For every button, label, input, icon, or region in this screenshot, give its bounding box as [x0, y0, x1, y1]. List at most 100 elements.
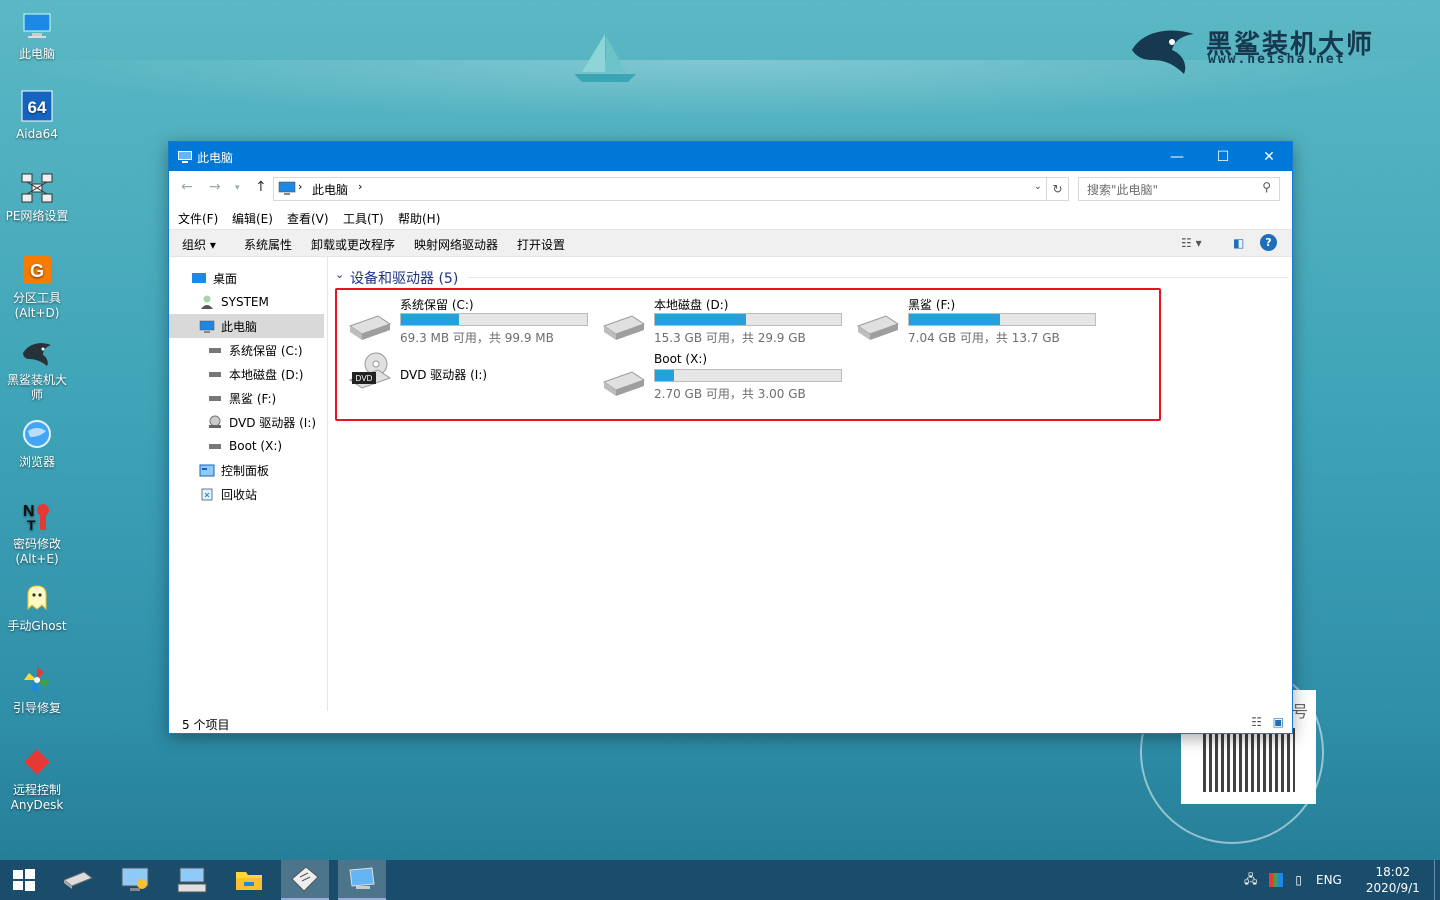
hard-drive-icon [856, 315, 900, 340]
desktop-icon-password[interactable]: NT 密码修改 (Alt+E) [2, 498, 72, 567]
nav-item-dvd-drive[interactable]: DVD 驱动器 (I:) [169, 410, 324, 434]
desktop-icon-anydesk[interactable]: 远程控制 AnyDesk [2, 744, 72, 813]
qr-title: 号 [1291, 702, 1308, 721]
taskbar-this-pc[interactable] [338, 860, 386, 900]
desktop-icon-browser[interactable]: 浏览器 [2, 416, 72, 470]
desktop-icon-ghost[interactable]: 手动Ghost [2, 580, 72, 634]
drive-name: 黑鲨 (F:) [908, 298, 956, 312]
navigation-pane: 桌面 SYSTEM 此电脑 系统保留 (C:) 本地磁盘 (D:) 黑鲨 (F:… [169, 256, 328, 711]
desktop-icon-aida64[interactable]: 64 Aida64 [2, 88, 72, 142]
desktop-icon-label: 浏览器 [18, 455, 55, 469]
drive-tile-dvd[interactable]: DVD DVD 驱动器 (I:) [348, 352, 598, 404]
drive-tile-x[interactable]: Boot (X:) 2.70 GB 可用，共 3.00 GB [602, 352, 852, 404]
desktop-icon-pe-network[interactable]: PE网络设置 [2, 170, 72, 224]
system-properties-button[interactable]: 系统属性 [244, 236, 292, 253]
breadcrumb-chevron-icon[interactable]: › [358, 180, 362, 193]
close-button[interactable]: ✕ [1246, 142, 1292, 171]
nav-item-desktop[interactable]: 桌面 [169, 266, 324, 290]
organize-button[interactable]: 组织 ▾ [182, 236, 216, 253]
search-icon[interactable]: ⚲ [1262, 180, 1271, 194]
help-icon[interactable]: ? [1260, 234, 1277, 251]
open-settings-button[interactable]: 打开设置 [517, 236, 565, 253]
nav-item-recycle-bin[interactable]: 回收站 [169, 482, 324, 506]
item-count: 5 个项目 [182, 718, 230, 732]
nav-item-label: 回收站 [221, 487, 258, 502]
drive-tile-f[interactable]: 黑鲨 (F:) 7.04 GB 可用，共 13.7 GB [856, 296, 1106, 348]
breadcrumb-this-pc[interactable]: 此电脑 [312, 181, 348, 198]
desktop-icon-this-pc[interactable]: 此电脑 [2, 8, 72, 62]
group-divider [468, 277, 1288, 278]
show-desktop-button[interactable] [1434, 860, 1440, 900]
group-collapse-icon[interactable]: ⌄ [335, 268, 344, 281]
drive-name: 本地磁盘 (D:) [654, 298, 729, 312]
desktop-icon-label: Aida64 [16, 127, 58, 141]
taskbar-keyboard[interactable] [168, 860, 216, 900]
desktop-icon-boot-repair[interactable]: 引导修复 [2, 662, 72, 716]
computer-icon [349, 867, 375, 889]
menu-edit[interactable]: 编辑(E) [232, 210, 273, 227]
nav-item-label: DVD 驱动器 (I:) [229, 415, 317, 430]
taskbar-file-explorer[interactable] [225, 860, 273, 900]
menu-tools[interactable]: 工具(T) [343, 210, 384, 227]
nav-item-control-panel[interactable]: 控制面板 [169, 458, 324, 482]
clock-date: 2020/9/1 [1365, 881, 1420, 895]
nav-item-drive-f[interactable]: 黑鲨 (F:) [169, 386, 324, 410]
display-tray-icon[interactable] [1269, 873, 1284, 887]
drive-name: 系统保留 (C:) [400, 298, 474, 312]
view-options-icon[interactable]: ☷ ▾ [1181, 236, 1202, 250]
drive-size: 2.70 GB 可用，共 3.00 GB [654, 387, 806, 401]
desktop-icon-partition-tool[interactable]: G 分区工具 (Alt+D) [2, 252, 72, 321]
drive-name: DVD 驱动器 (I:) [400, 368, 488, 382]
nav-item-drive-d[interactable]: 本地磁盘 (D:) [169, 362, 324, 386]
up-arrow-icon[interactable]: ↑ [255, 179, 267, 195]
nav-item-this-pc[interactable]: 此电脑 [169, 314, 324, 338]
refresh-icon[interactable]: ↻ [1046, 178, 1068, 200]
network-tray-icon[interactable]: 🖧 [1244, 870, 1257, 891]
search-box[interactable]: 搜索"此电脑" ⚲ [1078, 177, 1280, 201]
menu-file[interactable]: 文件(F) [178, 210, 218, 227]
window-title: 此电脑 [197, 151, 234, 165]
nav-item-drive-x[interactable]: Boot (X:) [169, 434, 324, 458]
preview-pane-icon[interactable]: ◧ [1233, 236, 1244, 250]
drive-name: Boot (X:) [654, 352, 708, 366]
drive-tile-c[interactable]: 系统保留 (C:) 69.3 MB 可用，共 99.9 MB [348, 296, 598, 348]
desktop-icon-label: PE网络设置 [5, 209, 69, 223]
windows-logo-icon [13, 869, 35, 891]
control-panel-icon [199, 463, 215, 477]
start-button[interactable] [0, 860, 48, 900]
svg-text:64: 64 [28, 98, 47, 117]
minimize-button[interactable]: — [1154, 142, 1200, 171]
map-network-drive-button[interactable]: 映射网络驱动器 [414, 236, 498, 253]
taskbar-computer-settings[interactable] [111, 860, 159, 900]
clock[interactable]: 18:02 2020/9/1 [1366, 864, 1420, 896]
nav-item-system[interactable]: SYSTEM [169, 290, 324, 314]
group-header[interactable]: 设备和驱动器 (5) [350, 268, 458, 288]
forward-arrow-icon[interactable]: → [209, 179, 221, 195]
address-dropdown-icon[interactable]: ⌄ [1034, 181, 1042, 192]
address-bar[interactable]: › 此电脑 › ⌄ ↻ [273, 177, 1069, 201]
large-icons-view-icon[interactable]: ▣ [1273, 715, 1284, 729]
svg-text:T: T [27, 517, 36, 532]
heisha-logo: 黑鲨装机大师 www.heisha.net [1128, 20, 1398, 78]
menu-view[interactable]: 查看(V) [287, 210, 329, 227]
taskbar-drive-tool[interactable] [54, 860, 102, 900]
maximize-button[interactable]: ☐ [1200, 142, 1246, 171]
uninstall-program-button[interactable]: 卸载或更改程序 [311, 236, 395, 253]
nav-item-drive-c[interactable]: 系统保留 (C:) [169, 338, 324, 362]
nav-item-label: 本地磁盘 (D:) [229, 367, 304, 382]
recent-dropdown-icon[interactable]: ▾ [235, 183, 240, 193]
taskbar-disk-tool[interactable] [281, 860, 329, 900]
computer-icon [19, 8, 55, 44]
drive-size: 69.3 MB 可用，共 99.9 MB [400, 331, 554, 345]
window-titlebar[interactable]: 此电脑 — ☐ ✕ [169, 142, 1292, 171]
desktop-icon-heisha[interactable]: 黑鲨装机大 师 [2, 334, 72, 403]
drive-icon [207, 391, 223, 405]
language-indicator[interactable]: ENG [1316, 873, 1342, 887]
menu-help[interactable]: 帮助(H) [398, 210, 440, 227]
back-arrow-icon[interactable]: ← [181, 179, 193, 195]
desktop-icon [191, 271, 207, 285]
usb-tray-icon[interactable]: ▯ [1295, 873, 1302, 887]
memory-icon [62, 871, 94, 889]
drive-tile-d[interactable]: 本地磁盘 (D:) 15.3 GB 可用，共 29.9 GB [602, 296, 852, 348]
details-view-icon[interactable]: ☷ [1251, 715, 1262, 729]
